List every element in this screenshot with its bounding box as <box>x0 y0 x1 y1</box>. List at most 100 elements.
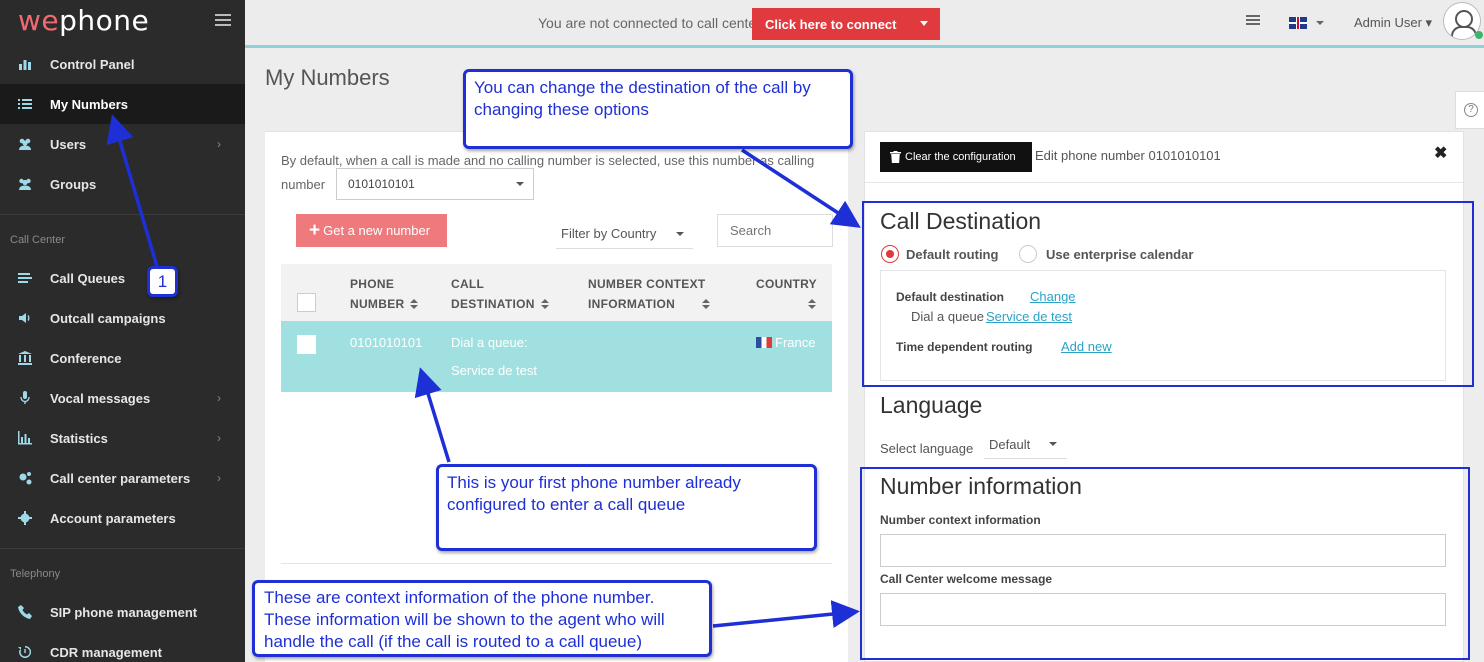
column-header-text: PHONE <box>350 277 395 291</box>
statistics-icon <box>0 431 50 445</box>
online-status-dot <box>1475 31 1483 39</box>
cogs-icon <box>0 471 50 485</box>
sidebar-item-label: My Numbers <box>50 96 129 112</box>
group-icon <box>0 177 50 191</box>
sort-icon <box>540 299 549 310</box>
language-select[interactable]: Default <box>984 432 1067 459</box>
help-button[interactable]: ? <box>1455 91 1484 129</box>
cell-country: France <box>756 329 815 357</box>
filter-label: Filter by Country <box>561 226 657 241</box>
sidebar-item-label: Conference <box>50 350 122 366</box>
chevron-right-icon: › <box>217 471 221 485</box>
sidebar-item-label: Users <box>50 136 87 152</box>
sidebar-item-outcall-campaigns[interactable]: Outcall campaigns <box>0 298 245 338</box>
sort-icon <box>808 299 816 310</box>
language-value: Default <box>989 437 1031 452</box>
chevron-right-icon: › <box>217 391 221 405</box>
bank-icon <box>0 351 50 365</box>
highlight-call-destination <box>862 201 1474 387</box>
section-label-call-center: Call Center <box>10 234 66 246</box>
user-name: Admin User <box>1354 15 1422 30</box>
collapse-menu-icon[interactable] <box>215 14 231 27</box>
sidebar-item-cdr-management[interactable]: CDR management <box>0 632 245 662</box>
wephone-logo[interactable]: wephone <box>18 4 149 37</box>
clear-configuration-button[interactable]: Clear the configuration <box>880 142 1032 172</box>
column-header-text: INFORMATION <box>588 297 676 311</box>
select-all-checkbox[interactable] <box>297 293 316 312</box>
column-header-call-destination[interactable]: CALL DESTINATION <box>451 274 549 314</box>
table-row[interactable]: 0101010101 Dial a queue: Service de test… <box>281 321 832 392</box>
sidebar-item-call-queues[interactable]: Call Queues <box>0 258 245 298</box>
sidebar-item-call-center-parameters[interactable]: Call center parameters › <box>0 458 245 498</box>
sidebar-item-groups[interactable]: Groups <box>0 164 245 204</box>
get-new-number-button[interactable]: + Get a new number <box>296 214 447 247</box>
queue-list-icon <box>0 271 50 285</box>
column-header-country[interactable]: COUNTRY <box>756 274 817 314</box>
sidebar-item-sip-phone-management[interactable]: SIP phone management <box>0 592 245 632</box>
sidebar-divider <box>0 214 245 215</box>
default-number-select[interactable]: 0101010101 <box>336 168 534 200</box>
sidebar-item-users[interactable]: Users › <box>0 124 245 164</box>
logo-text-phone: phone <box>59 4 150 37</box>
column-header-text: CALL <box>451 277 485 291</box>
chevron-right-icon: › <box>217 431 221 445</box>
connect-button[interactable]: Click here to connect <box>752 8 940 40</box>
trash-icon <box>890 151 901 163</box>
default-number-value: 0101010101 <box>348 177 415 191</box>
france-flag-icon <box>756 337 772 348</box>
sidebar-item-my-numbers[interactable]: My Numbers <box>0 84 245 124</box>
column-header-text: NUMBER CONTEXT <box>588 277 706 291</box>
sidebar-item-label: Control Panel <box>50 56 135 72</box>
sidebar-divider <box>0 548 245 549</box>
sort-icon <box>702 299 711 310</box>
sidebar-item-label: Vocal messages <box>50 390 151 406</box>
column-header-text: COUNTRY <box>756 277 817 291</box>
chevron-right-icon: › <box>217 137 221 151</box>
cell-call-destination: Dial a queue: <box>451 335 528 350</box>
microphone-icon <box>0 391 50 405</box>
gear-icon <box>0 511 50 525</box>
caret-down-icon <box>1049 442 1057 446</box>
top-bar: You are not connected to call center Cli… <box>245 0 1484 48</box>
help-icon: ? <box>1464 103 1478 117</box>
caret-down-icon[interactable] <box>920 21 928 26</box>
caret-down-icon[interactable] <box>1316 21 1324 25</box>
search-input[interactable] <box>717 214 833 247</box>
sidebar-item-label: Call center parameters <box>50 470 191 486</box>
sidebar-item-statistics[interactable]: Statistics › <box>0 418 245 458</box>
list-view-icon[interactable] <box>1246 15 1260 27</box>
sidebar: wephone Control Panel My Numbers Users ›… <box>0 0 245 662</box>
sidebar-item-label: Outcall campaigns <box>50 310 166 326</box>
column-header-phone-number[interactable]: PHONE NUMBER <box>350 274 419 314</box>
section-label-telephony: Telephony <box>10 568 61 580</box>
volume-icon <box>0 311 50 325</box>
row-checkbox[interactable] <box>297 335 316 354</box>
close-icon[interactable]: ✖ <box>1434 143 1447 163</box>
caret-down-icon <box>676 232 684 236</box>
column-header-text: DESTINATION <box>451 297 535 311</box>
uk-flag-icon[interactable] <box>1289 17 1307 29</box>
sidebar-item-account-parameters[interactable]: Account parameters <box>0 498 245 538</box>
sidebar-item-vocal-messages[interactable]: Vocal messages › <box>0 378 245 418</box>
sidebar-item-label: Statistics <box>50 430 108 446</box>
user-menu[interactable]: Admin User ▾ <box>1354 15 1432 31</box>
cell-call-destination-queue: Service de test <box>451 363 537 378</box>
highlight-number-information <box>860 467 1470 660</box>
sidebar-item-control-panel[interactable]: Control Panel <box>0 44 245 84</box>
caret-down-icon <box>516 182 524 186</box>
connection-status-text: You are not connected to call center <box>538 15 761 31</box>
panel-divider <box>281 563 832 564</box>
sidebar-item-conference[interactable]: Conference <box>0 338 245 378</box>
sidebar-item-label: Groups <box>50 176 97 192</box>
sidebar-item-label: Call Queues <box>50 270 126 286</box>
phone-icon <box>0 605 50 619</box>
list-icon <box>0 97 50 111</box>
plus-icon: + <box>309 220 321 241</box>
callout-destination-note: You can change the destination of the ca… <box>463 69 853 149</box>
country-name: France <box>775 335 816 350</box>
connect-button-label: Click here to connect <box>765 16 897 32</box>
filter-by-country-select[interactable]: Filter by Country <box>556 219 693 249</box>
bar-chart-icon <box>0 57 50 71</box>
callout-first-number-note: This is your first phone number already … <box>436 464 817 551</box>
column-header-context-info[interactable]: NUMBER CONTEXT INFORMATION <box>588 274 711 314</box>
